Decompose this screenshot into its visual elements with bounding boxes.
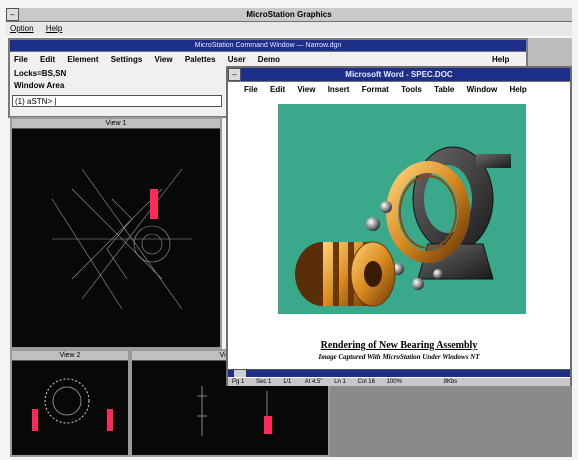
view-2-drawing <box>32 378 113 431</box>
desktop-gray-area <box>330 380 572 457</box>
view-1-wireframe <box>51 168 192 310</box>
bearing-rendering-image <box>278 104 526 314</box>
command-prompt-input[interactable]: (1) aSTN> | <box>12 95 222 107</box>
menu-help-right[interactable]: Help <box>492 54 509 66</box>
bearing-assembly-illustration <box>295 146 511 307</box>
word-menu-view[interactable]: View <box>297 84 315 96</box>
system-menu-button[interactable]: – <box>6 8 19 21</box>
word-menu-insert[interactable]: Insert <box>328 84 350 96</box>
word-title-bar[interactable]: Microsoft Word - SPEC.DOC <box>228 68 570 82</box>
menu-element[interactable]: Element <box>67 54 98 66</box>
view-1-window[interactable]: View 1 <box>10 117 222 349</box>
minus-icon: – <box>10 10 15 19</box>
window-title: MicroStation Graphics <box>246 10 332 19</box>
word-menu-bar: File Edit View Insert Format Tools Table… <box>244 84 566 96</box>
word-status-bar: Pg 1 Sec 1 1/1 At 4.5" Ln 1 Col 16 100% … <box>228 378 570 386</box>
status-section: Sec 1 <box>256 379 272 385</box>
status-zoom: 100% <box>386 379 402 385</box>
word-title: Microsoft Word - SPEC.DOC <box>345 70 453 79</box>
caption-title: Rendering of New Bearing Assembly <box>320 340 478 351</box>
word-menu-window[interactable]: Window <box>467 84 498 96</box>
menu-help[interactable]: Help <box>46 24 62 33</box>
status-window-area: Window Area <box>14 81 65 90</box>
word-system-menu[interactable]: – <box>228 68 241 81</box>
word-menu-table[interactable]: Table <box>434 84 454 96</box>
horizontal-scrollbar[interactable] <box>228 369 570 377</box>
microstation-title-bar[interactable]: MicroStation Graphics <box>6 8 572 22</box>
word-menu-file[interactable]: File <box>244 84 258 96</box>
status-locks: Locks=BS,SN <box>14 69 67 78</box>
menu-option[interactable]: Option <box>10 24 34 33</box>
background-strip <box>528 38 572 68</box>
word-menu-format[interactable]: Format <box>362 84 389 96</box>
view-1-title-bar[interactable]: View 1 <box>12 119 220 129</box>
red-highlight-element <box>150 189 158 219</box>
menu-user[interactable]: User <box>228 54 246 66</box>
word-menu-edit[interactable]: Edit <box>270 84 285 96</box>
status-col: Col 16 <box>357 379 375 385</box>
menu-edit[interactable]: Edit <box>40 54 55 66</box>
status-pages: 1/1 <box>283 379 292 385</box>
view-1-title: View 1 <box>105 120 127 127</box>
status-page: Pg 1 <box>232 379 245 385</box>
menu-settings[interactable]: Settings <box>111 54 143 66</box>
menu-view[interactable]: View <box>155 54 173 66</box>
word-menu-help[interactable]: Help <box>509 84 526 96</box>
command-window-title: MicroStation Command Window — Narrow.dgn <box>194 42 342 49</box>
minus-icon: – <box>232 70 237 79</box>
scroll-thumb[interactable] <box>234 370 246 377</box>
menu-file[interactable]: File <box>14 54 28 66</box>
caption-subtitle: Image Captured With MicroStation Under W… <box>318 353 480 361</box>
view-2-window[interactable]: View 2 <box>10 349 130 457</box>
word-window: Microsoft Word - SPEC.DOC – File Edit Vi… <box>226 66 572 386</box>
status-mode: 8Kbs <box>443 379 458 385</box>
status-line: Ln 1 <box>334 379 346 385</box>
status-at: At 4.5" <box>304 379 323 385</box>
menu-palettes[interactable]: Palettes <box>185 54 216 66</box>
microstation-menu-bar: Option Help <box>6 22 572 36</box>
command-menu-bar: File Edit Element Settings View Palettes… <box>14 54 522 66</box>
command-window-title-bar[interactable]: MicroStation Command Window — Narrow.dgn <box>10 40 526 52</box>
menu-demo[interactable]: Demo <box>258 54 280 66</box>
view-2-title: View 2 <box>59 352 81 359</box>
view-2-title-bar[interactable]: View 2 <box>12 351 128 361</box>
word-menu-tools[interactable]: Tools <box>401 84 422 96</box>
